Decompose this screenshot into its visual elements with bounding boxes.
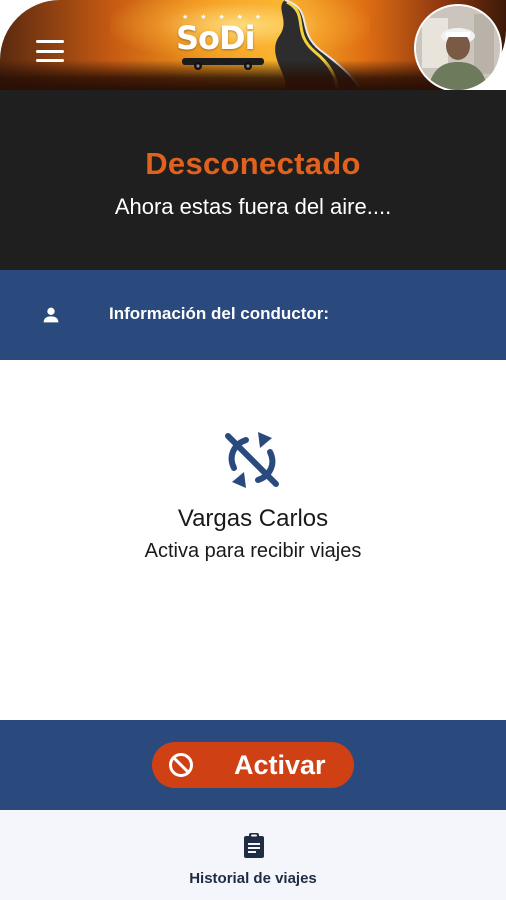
app-header: ★ ★ ★ ★ ★ SoDi [0,0,506,90]
nav-label-trip-history: Historial de viajes [189,870,317,887]
person-icon [43,307,59,323]
action-bar: Activar [0,720,506,810]
driver-status-text: Activa para recibir viajes [144,540,362,562]
ban-icon [169,753,193,777]
driver-info-label: Información del conductor: [109,304,330,323]
sodi-logo: ★ ★ ★ ★ ★ SoDi [168,10,278,70]
driver-info-bar: Información del conductor: [0,270,506,360]
avatar-photo-icon [416,6,500,90]
activate-label: Activar [234,750,326,780]
driver-avatar[interactable] [414,4,502,90]
bottom-nav: Historial de viajes [0,810,506,900]
status-panel: Desconectado Ahora estas fuera del aire.… [0,90,506,270]
menu-icon[interactable] [36,40,64,62]
driver-content: Vargas Carlos Activa para recibir viajes [0,360,506,720]
status-subtitle: Ahora estas fuera del aire.... [114,194,392,219]
car-icon [182,58,264,70]
status-title: Desconectado [145,146,361,181]
nav-item-trip-history[interactable]: Historial de viajes [170,810,336,900]
logo-text: SoDi [176,19,256,57]
clipboard-icon [244,833,264,858]
activate-button[interactable]: Activar [152,742,354,788]
sync-disabled-icon [225,432,279,488]
driver-name: Vargas Carlos [177,505,329,532]
